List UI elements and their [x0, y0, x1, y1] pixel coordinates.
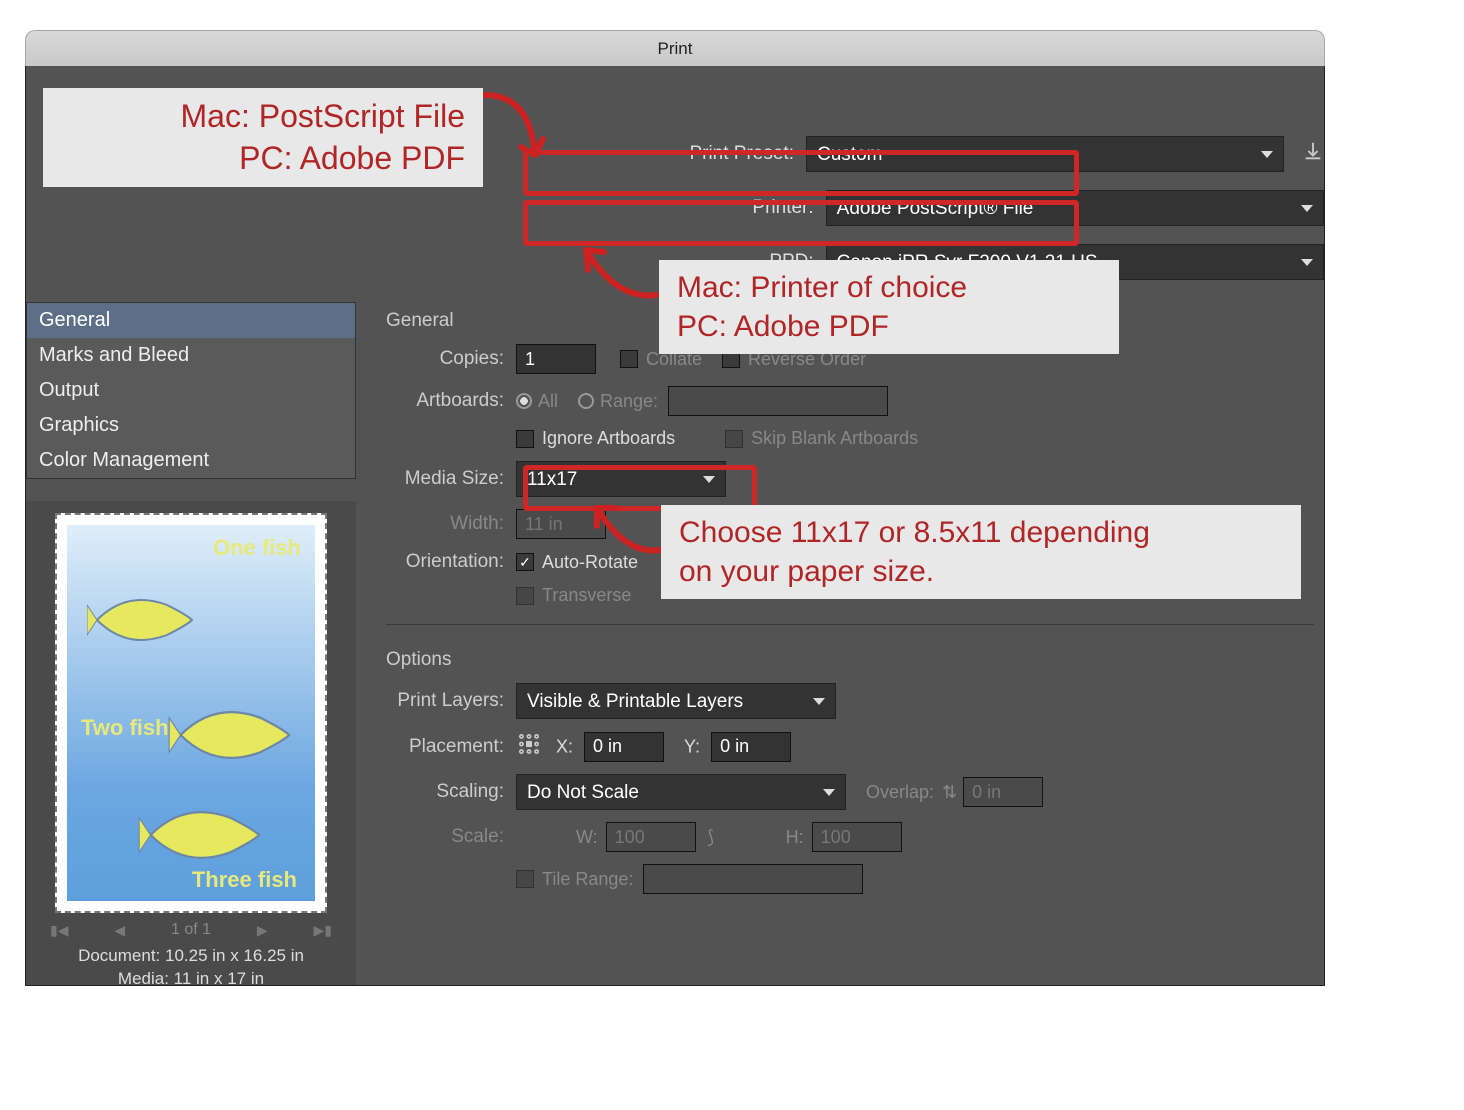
placement-y-input[interactable]: [711, 732, 791, 762]
artboards-all-label: All: [538, 391, 558, 412]
transverse-label: Transverse: [542, 585, 631, 606]
chevron-down-icon: [1301, 259, 1313, 266]
print-layers-dropdown[interactable]: Visible & Printable Layers: [516, 683, 836, 719]
copies-label: Copies:: [376, 348, 516, 370]
scaling-dropdown[interactable]: Do Not Scale: [516, 774, 846, 810]
fish-icon: [87, 585, 197, 660]
options-heading: Options: [386, 649, 1324, 671]
orientation-label: Orientation:: [376, 551, 516, 573]
artboards-all-radio[interactable]: [516, 393, 532, 409]
annotation-printer-hint: Mac: PostScript File PC: Adobe PDF: [43, 88, 483, 187]
artboards-range-input[interactable]: [668, 386, 888, 416]
tile-range-input: [643, 864, 863, 894]
scale-label: Scale:: [376, 826, 516, 848]
arrow-icon: [571, 240, 671, 320]
ignore-artboards-label: Ignore Artboards: [542, 428, 675, 449]
divider: [386, 624, 1314, 625]
annotation-media-size-hint: Choose 11x17 or 8.5x11 depending on your…: [661, 505, 1301, 599]
ignore-artboards-checkbox[interactable]: [516, 430, 534, 448]
last-page-icon[interactable]: ▶▮: [314, 922, 332, 939]
chevron-down-icon: [1261, 151, 1273, 158]
scale-w-label: W:: [576, 827, 598, 848]
artboards-label: Artboards:: [376, 390, 516, 412]
category-list: General Marks and Bleed Output Graphics …: [26, 302, 356, 479]
save-preset-icon[interactable]: [1302, 140, 1324, 168]
chevron-down-icon: [1301, 205, 1313, 212]
transverse-checkbox[interactable]: [516, 587, 534, 605]
category-marks-and-bleed[interactable]: Marks and Bleed: [27, 338, 355, 373]
overlap-input: [963, 777, 1043, 807]
y-label: Y:: [684, 732, 791, 762]
preview-panel: One fish Two fish Three fish: [26, 501, 356, 986]
artboards-range-label: Range:: [600, 391, 658, 412]
skip-blank-label: Skip Blank Artboards: [751, 428, 918, 449]
fish-icon: [137, 795, 267, 880]
highlight-printer: [523, 150, 1079, 196]
prev-page-icon[interactable]: ◀: [114, 922, 125, 939]
fish-icon: [167, 695, 297, 780]
preview-page: One fish Two fish Three fish: [55, 513, 327, 913]
annotation-ppd-hint: Mac: Printer of choice PC: Adobe PDF: [659, 260, 1119, 354]
preview-artwork: One fish Two fish Three fish: [67, 525, 315, 901]
category-graphics[interactable]: Graphics: [27, 408, 355, 443]
document-size-label: Document: 10.25 in x 16.25 in: [38, 945, 344, 968]
tile-range-checkbox: [516, 870, 534, 888]
arrow-icon: [475, 85, 555, 175]
chevron-down-icon: [823, 789, 835, 796]
preview-text-one: One fish: [213, 535, 301, 561]
print-layers-value: Visible & Printable Layers: [527, 691, 743, 712]
skip-blank-checkbox[interactable]: [725, 430, 743, 448]
collate-checkbox[interactable]: [620, 350, 638, 368]
chevron-down-icon: [813, 698, 825, 705]
x-label: X:: [556, 732, 664, 762]
window-title: Print: [658, 39, 693, 59]
preview-text-two: Two fish: [81, 715, 169, 741]
category-general[interactable]: General: [27, 303, 355, 338]
placement-label: Placement:: [376, 736, 516, 758]
first-page-icon[interactable]: ▮◀: [50, 922, 68, 939]
scale-w-input: [606, 822, 696, 852]
category-color-management[interactable]: Color Management: [27, 443, 355, 478]
copies-input[interactable]: [516, 344, 596, 374]
auto-rotate-checkbox[interactable]: [516, 553, 534, 571]
artboards-range-radio[interactable]: [578, 393, 594, 409]
page-indicator: 1 of 1: [171, 921, 211, 939]
category-output[interactable]: Output: [27, 373, 355, 408]
next-page-icon[interactable]: ▶: [257, 922, 268, 939]
scaling-label: Scaling:: [376, 781, 516, 803]
overlap-label: Overlap:: [866, 782, 934, 803]
media-size-label: Media Size:: [376, 468, 516, 490]
scale-h-input: [812, 822, 902, 852]
scaling-value: Do Not Scale: [527, 782, 639, 803]
scale-h-label: H:: [786, 827, 804, 848]
link-icon[interactable]: ⟆: [696, 827, 726, 848]
window-titlebar: Print: [25, 30, 1325, 66]
print-layers-label: Print Layers:: [376, 690, 516, 712]
preview-nav: ▮◀ ◀ 1 of 1 ▶ ▶▮: [38, 913, 344, 943]
tile-range-label: Tile Range:: [542, 869, 633, 890]
placement-x-input[interactable]: [584, 732, 664, 762]
placement-grid-icon[interactable]: [516, 731, 542, 762]
overlap-stepper-icon: ⇅: [942, 782, 957, 803]
width-label: Width:: [376, 513, 516, 535]
media-size-label-info: Media: 11 in x 17 in: [38, 968, 344, 986]
